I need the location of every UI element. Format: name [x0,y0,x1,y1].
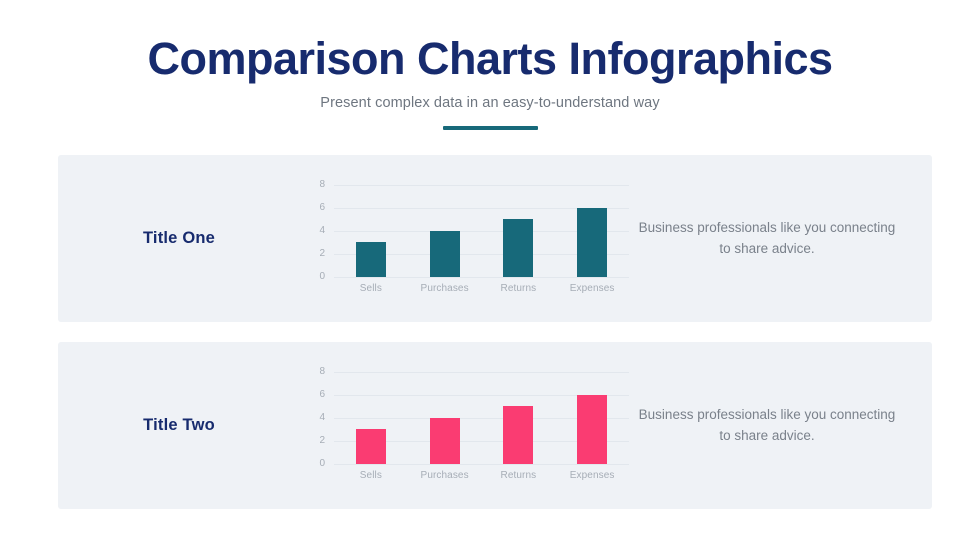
accent-divider [442,125,538,130]
bar-slot [555,185,629,277]
bar-returns[interactable] [503,406,534,464]
comparison-panel-two: Title Two 0 2 4 6 8 Sells Purchases Returns Expe… [58,342,932,509]
page-title: Comparison Charts Infographics [147,33,833,84]
chart-plot-area: 0 2 4 6 8 [319,366,629,468]
x-axis-tick-label: Expenses [569,469,615,481]
y-axis-tick-label: 6 [319,388,325,400]
bar-purchases[interactable] [429,230,460,277]
bar-purchases[interactable] [429,417,460,464]
bar-slot [334,185,408,277]
x-axis-labels: Sells Purchases Returns Expenses [334,283,629,294]
bar-sells[interactable] [355,429,386,464]
panel-two-title: Title Two [143,416,215,434]
page-subtitle: Present complex data in an easy-to-under… [320,94,660,111]
y-axis-tick-label: 4 [319,224,325,236]
bar-returns[interactable] [503,219,534,277]
x-axis-tick-label: Purchases [420,282,469,294]
page-header: Comparison Charts Infographics Present c… [0,0,980,130]
x-axis-tick-label: Expenses [569,282,615,294]
y-axis-tick-label: 4 [319,411,325,423]
y-axis-tick-label: 0 [319,270,325,282]
y-axis-tick-label: 2 [319,434,325,446]
y-axis-tick-label: 8 [319,178,325,190]
x-axis-tick-label: Purchases [420,469,469,481]
chart-plot-area: 0 2 4 6 8 [319,179,629,281]
y-axis-tick-label: 8 [319,365,325,377]
bar-slot [482,372,556,464]
gridline: 0 [319,458,629,468]
bar-slot [555,372,629,464]
y-axis-tick-label: 0 [319,457,325,469]
panel-one-title: Title One [142,229,216,247]
bar-chart-two: 0 2 4 6 8 Sells Purchases Returns Expenses [304,366,629,486]
bar-slot [334,372,408,464]
bar-group [334,185,629,277]
y-axis-tick-label: 6 [319,201,325,213]
gridline: 0 [319,271,629,281]
x-axis-tick-label: Sells [359,469,382,481]
bar-slot [482,185,556,277]
bar-group [334,372,629,464]
comparison-panel-one: Title One 0 2 4 6 8 Sells Purchases Returns Expe… [58,155,932,322]
bar-slot [408,185,482,277]
panel-one-description: Business professionals like you connecti… [638,220,896,256]
bar-expenses[interactable] [577,207,608,277]
bar-sells[interactable] [355,242,386,277]
x-axis-tick-label: Returns [500,469,537,481]
bar-slot [408,372,482,464]
x-axis-tick-label: Returns [500,282,537,294]
x-axis-tick-label: Sells [359,282,382,294]
bar-expenses[interactable] [577,394,608,464]
x-axis-labels: Sells Purchases Returns Expenses [334,470,629,481]
y-axis-tick-label: 2 [319,247,325,259]
panel-two-description: Business professionals like you connecti… [638,407,896,443]
bar-chart-one: 0 2 4 6 8 Sells Purchases Returns Expenses [304,179,629,299]
